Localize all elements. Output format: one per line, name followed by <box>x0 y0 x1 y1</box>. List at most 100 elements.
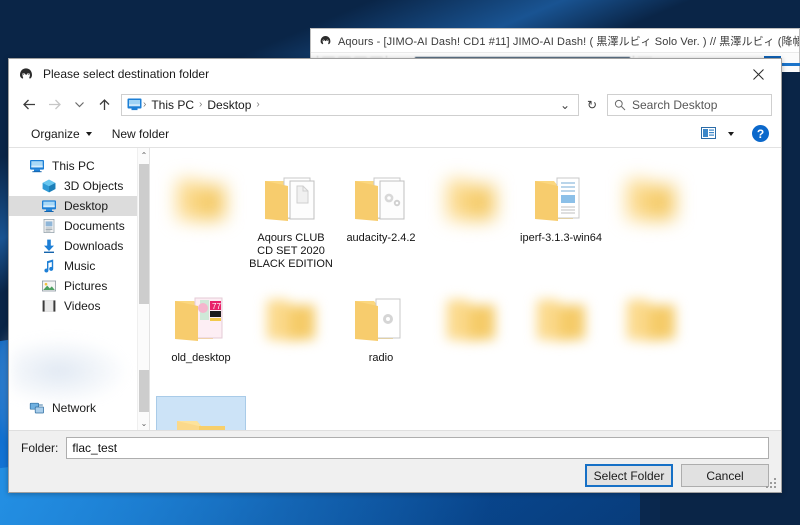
file-icon-container <box>347 164 415 226</box>
sidebar-item-label: Music <box>64 259 96 273</box>
search-icon <box>614 99 626 110</box>
dialog-button-row: Select Folder Cancel <box>9 461 781 487</box>
documents-icon <box>43 218 55 233</box>
folder-icon: 77 <box>175 297 223 341</box>
sidebar-item-label: Downloads <box>64 239 124 253</box>
file-item-label: Aqours CLUB CD SET 2020 BLACK EDITION <box>249 232 333 270</box>
refresh-icon[interactable]: ↻ <box>579 93 605 117</box>
scrollbar-thumb[interactable] <box>139 164 149 304</box>
scroll-down-icon[interactable]: ⌄ <box>138 416 149 430</box>
sidebar-item-label: This PC <box>52 159 95 173</box>
folder-icon <box>447 180 495 221</box>
folder-icon <box>265 177 315 221</box>
file-list-pane[interactable]: Aqours CLUB CD SET 2020 BLACK EDITION au… <box>150 148 781 430</box>
view-options-glyph <box>700 127 716 139</box>
file-item[interactable]: 77 old_desktop <box>156 276 246 394</box>
file-item[interactable]: iperf-3.1.3-win64 <box>516 156 606 274</box>
file-grid: Aqours CLUB CD SET 2020 BLACK EDITION au… <box>156 154 781 430</box>
sidebar-item-this-pc[interactable]: This PC <box>9 156 149 176</box>
file-item[interactable] <box>246 276 336 394</box>
file-item[interactable] <box>516 276 606 394</box>
desktop-icon <box>42 200 56 212</box>
breadcrumb-separator: › <box>256 99 260 110</box>
folder-icon <box>537 300 585 341</box>
videos-icon <box>42 300 56 312</box>
command-bar-right: ? <box>696 123 781 145</box>
navigation-pane-scrollbar[interactable]: ⌃ ⌄ <box>137 148 149 430</box>
sidebar-item-label: Videos <box>64 299 101 313</box>
sidebar-item-pictures[interactable]: Pictures <box>9 276 149 296</box>
sidebar-item-desktop[interactable]: Desktop <box>9 196 149 216</box>
file-item-label: iperf-3.1.3-win64 <box>520 232 602 244</box>
file-icon-container <box>257 284 325 346</box>
file-item[interactable] <box>426 156 516 274</box>
sidebar-item-videos[interactable]: Videos <box>9 296 149 316</box>
help-icon[interactable]: ? <box>752 125 769 142</box>
foobar2000-title: Aqours - [JIMO-AI Dash! CD1 #11] JIMO-AI… <box>338 35 799 48</box>
music-icon <box>44 259 54 273</box>
breadcrumb-item-this-pc[interactable]: This PC <box>147 98 198 112</box>
navigation-pane-blur-overlay <box>11 336 131 406</box>
chevron-down-glyph <box>728 131 734 136</box>
folder-icon <box>535 177 580 221</box>
select-folder-button[interactable]: Select Folder <box>585 464 673 487</box>
foobar2000-titlebar[interactable]: Aqours - [JIMO-AI Dash! CD1 #11] JIMO-AI… <box>311 29 799 53</box>
select-folder-dialog: Please select destination folder › This … <box>8 58 782 493</box>
file-item-selected[interactable]: flac_test <box>156 396 246 430</box>
file-item[interactable] <box>156 156 246 274</box>
close-icon[interactable] <box>735 59 781 89</box>
pictures-icon <box>41 280 56 292</box>
search-input[interactable]: Search Desktop <box>607 93 772 116</box>
sidebar-item-label: Documents <box>64 219 125 233</box>
file-item[interactable] <box>606 156 696 274</box>
file-icon-container <box>257 164 325 226</box>
chevron-down-icon[interactable]: ⌄ <box>555 98 575 112</box>
sidebar-item-music[interactable]: Music <box>9 256 149 276</box>
file-icon-container <box>527 284 595 346</box>
folder-icon <box>267 300 315 341</box>
organize-button[interactable]: Organize <box>21 123 102 145</box>
view-options-caret-icon[interactable] <box>722 123 740 145</box>
close-glyph <box>752 68 764 80</box>
dialog-body: This PC 3D Objects Desktop Documents Dow… <box>9 147 781 430</box>
file-item[interactable]: Aqours CLUB CD SET 2020 BLACK EDITION <box>246 156 336 274</box>
up-icon[interactable] <box>92 92 117 117</box>
folder-name-input[interactable]: flac_test <box>66 437 769 459</box>
scrollbar-thumb-secondary[interactable] <box>139 370 149 412</box>
new-folder-label: New folder <box>111 126 170 141</box>
file-item[interactable]: audacity-2.4.2 <box>336 156 426 274</box>
folder-icon <box>177 180 225 221</box>
resize-grip[interactable] <box>766 478 778 490</box>
sidebar-item-label: Pictures <box>64 279 108 293</box>
computer-icon <box>30 160 44 173</box>
sidebar-item-network[interactable]: Network <box>9 398 149 418</box>
file-icon-container <box>167 164 235 226</box>
sidebar-item-label: Network <box>52 401 97 415</box>
file-item[interactable]: radio <box>336 276 426 394</box>
dialog-titlebar[interactable]: Please select destination folder <box>9 59 781 89</box>
sidebar-item-3d-objects[interactable]: 3D Objects <box>9 176 149 196</box>
sidebar-item-downloads[interactable]: Downloads <box>9 236 149 256</box>
file-item[interactable] <box>606 276 696 394</box>
folder-icon <box>627 180 675 221</box>
view-options-icon[interactable] <box>696 123 720 145</box>
file-icon-container <box>437 284 505 346</box>
folder-row: Folder: flac_test <box>9 431 781 461</box>
breadcrumb-item-desktop[interactable]: Desktop <box>203 98 255 112</box>
foobar2000-icon <box>20 68 32 79</box>
new-folder-button[interactable]: New folder <box>102 123 179 145</box>
chevron-down-icon <box>85 131 92 136</box>
scroll-up-icon[interactable]: ⌃ <box>138 148 149 162</box>
sidebar-item-documents[interactable]: Documents <box>9 216 149 236</box>
forward-icon[interactable] <box>42 92 67 117</box>
file-icon-container: 77 <box>167 284 235 346</box>
file-icon-container <box>617 164 685 226</box>
cancel-button[interactable]: Cancel <box>681 464 769 487</box>
file-item[interactable] <box>426 276 516 394</box>
recent-locations-icon[interactable] <box>67 92 92 117</box>
file-icon-container <box>167 405 235 430</box>
address-bar[interactable]: › This PC › Desktop › ⌄ <box>121 93 579 116</box>
back-icon[interactable] <box>17 92 42 117</box>
file-item-label: old_desktop <box>171 352 231 364</box>
command-bar: Organize New folder ? <box>9 120 781 147</box>
